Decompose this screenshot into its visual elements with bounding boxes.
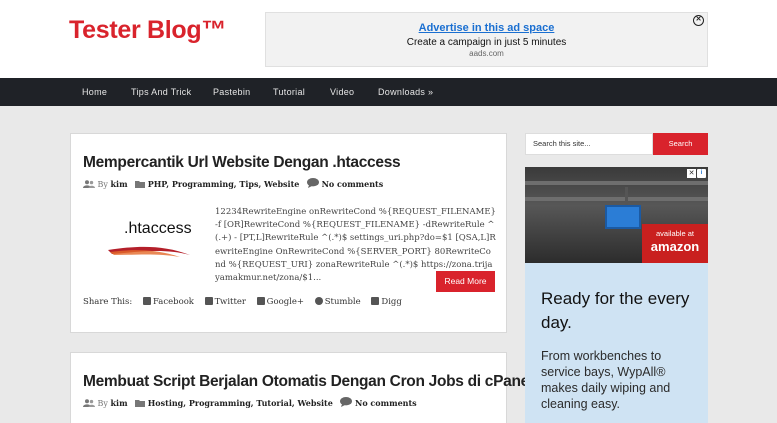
- ad-close-icon[interactable]: ✕: [687, 169, 696, 178]
- share-facebook-label: Facebook: [152, 297, 194, 307]
- share-stumble-label: Stumble: [324, 297, 361, 307]
- nav-item-pastebin[interactable]: Pastebin: [213, 78, 250, 106]
- post-categories[interactable]: Hosting, Programming, Tutorial, Website: [148, 398, 333, 408]
- site-header: Tester Blog™ Advertise in this ad space …: [0, 0, 777, 78]
- top-ad-title[interactable]: Advertise in this ad space: [266, 22, 707, 34]
- ad-photo-cart: [605, 205, 641, 229]
- share-facebook[interactable]: Facebook: [142, 297, 194, 307]
- stumbleupon-icon: [314, 297, 323, 305]
- top-ad-source: aads.com: [469, 49, 504, 58]
- digg-icon: [371, 297, 380, 305]
- site-logo[interactable]: Tester Blog™: [69, 16, 226, 45]
- post-title[interactable]: Mempercantik Url Website Dengan .htacces…: [83, 154, 401, 172]
- post-author[interactable]: kim: [111, 398, 128, 408]
- folder-icon: [135, 180, 146, 190]
- post-title[interactable]: Membuat Script Berjalan Otomatis Dengan …: [83, 373, 533, 391]
- amazon-badge[interactable]: available at amazon: [642, 224, 708, 263]
- post-meta: By kim PHP, Programming, Tips, Website N…: [83, 178, 383, 190]
- nav-item-tutorial[interactable]: Tutorial: [273, 78, 305, 106]
- search-input[interactable]: Search this site...: [525, 133, 653, 155]
- search-button[interactable]: Search: [653, 133, 708, 155]
- amazon-badge-top: available at: [656, 229, 694, 238]
- nav-item-downloads[interactable]: Downloads »: [378, 78, 433, 106]
- ad-photo-shelf: [525, 181, 708, 185]
- users-icon: [83, 180, 95, 190]
- share-google-plus-label: Google+: [266, 297, 305, 307]
- post-categories[interactable]: PHP, Programming, Tips, Website: [148, 179, 300, 189]
- share-stumble[interactable]: Stumble: [314, 297, 361, 307]
- post-thumbnail[interactable]: .htaccess: [104, 220, 194, 265]
- post-card: Mempercantik Url Website Dengan .htacces…: [70, 133, 507, 333]
- users-icon: [83, 399, 95, 409]
- top-ad-banner[interactable]: Advertise in this ad space Create a camp…: [265, 12, 708, 67]
- post-comments[interactable]: No comments: [355, 398, 417, 408]
- post-by-label: By: [97, 399, 108, 408]
- facebook-icon: [142, 297, 151, 305]
- share-label: Share This:: [83, 297, 133, 307]
- share-google-plus[interactable]: Google+: [256, 297, 305, 307]
- share-twitter-label: Twitter: [214, 297, 246, 307]
- folder-icon: [135, 399, 146, 409]
- sidebar-ad[interactable]: ✕ i available at amazon Ready for the ev…: [525, 167, 708, 423]
- ad-body: From workbenches to service bays, WypAll…: [541, 349, 671, 411]
- amazon-logo: amazon: [650, 239, 700, 254]
- read-more-button[interactable]: Read More: [436, 271, 495, 292]
- nav-item-video[interactable]: Video: [330, 78, 354, 106]
- share-digg-label: Digg: [381, 297, 402, 307]
- post-meta: By kim Hosting, Programming, Tutorial, W…: [83, 397, 417, 409]
- ad-photo-shelf: [525, 197, 708, 201]
- post-comments[interactable]: No comments: [322, 179, 384, 189]
- comment-icon: [307, 178, 320, 190]
- post-author[interactable]: kim: [111, 179, 128, 189]
- top-ad-subtitle: Create a campaign in just 5 minutes: [406, 37, 567, 48]
- ad-info-icon[interactable]: i: [697, 169, 706, 178]
- post-card: Membuat Script Berjalan Otomatis Dengan …: [70, 352, 533, 423]
- share-digg[interactable]: Digg: [371, 297, 402, 307]
- close-icon[interactable]: ✕: [693, 15, 704, 26]
- post-by-label: By: [97, 180, 108, 189]
- nav-item-home[interactable]: Home: [82, 78, 107, 106]
- twitter-icon: [204, 297, 213, 305]
- main-nav: Home Tips And Trick Pastebin Tutorial Vi…: [0, 78, 777, 106]
- share-twitter[interactable]: Twitter: [204, 297, 246, 307]
- share-bar: Share This: Facebook Twitter Google+ Stu…: [83, 297, 410, 307]
- thumbnail-text: .htaccess: [124, 220, 192, 237]
- comment-icon: [340, 397, 353, 409]
- ad-headline: Ready for the every day.: [541, 289, 690, 332]
- nav-item-tips-and-trick[interactable]: Tips And Trick: [131, 78, 191, 106]
- google-plus-icon: [256, 297, 265, 305]
